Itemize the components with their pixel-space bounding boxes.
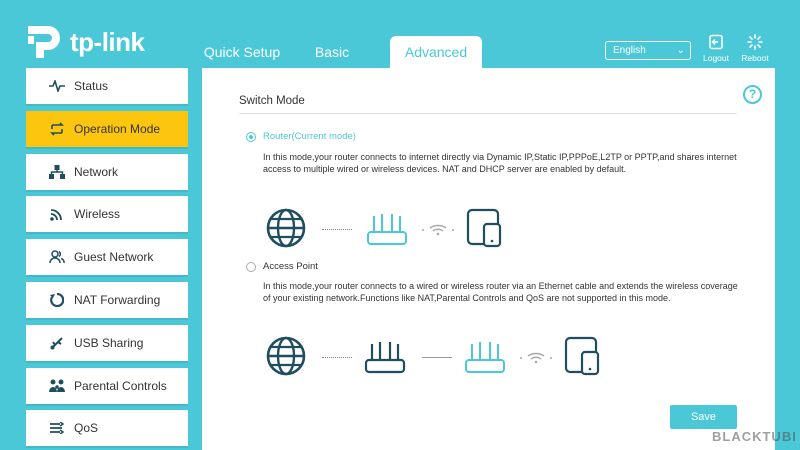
router-icon bbox=[367, 214, 407, 245]
watermark: BLACKTUBI bbox=[712, 429, 797, 444]
main-router-icon bbox=[364, 342, 406, 374]
access-point-label: Access Point bbox=[263, 261, 318, 272]
network-icon bbox=[46, 164, 68, 180]
pulse-icon bbox=[46, 78, 68, 94]
sidebar-item-label: Wireless bbox=[74, 207, 121, 222]
language-select[interactable]: English ⌄ bbox=[605, 41, 691, 60]
divider bbox=[239, 113, 737, 114]
section-title: Switch Mode bbox=[239, 95, 305, 107]
wireless-icon bbox=[46, 206, 68, 222]
devices-icon bbox=[564, 336, 600, 376]
reboot-label: Reboot bbox=[741, 53, 769, 63]
sidebar-item-label: Operation Mode bbox=[74, 121, 161, 136]
save-button[interactable]: Save bbox=[670, 405, 737, 429]
qos-icon bbox=[46, 420, 68, 436]
sidebar-item-qos[interactable]: QoS bbox=[26, 410, 188, 447]
sidebar-item-label: QoS bbox=[74, 421, 99, 436]
sidebar-item-wireless[interactable]: Wireless bbox=[26, 196, 188, 233]
ethernet-cable-line bbox=[422, 357, 452, 358]
globe-icon bbox=[266, 336, 306, 376]
router-mode-diagram bbox=[266, 208, 516, 250]
router-mode-label: Router(Current mode) bbox=[263, 131, 356, 142]
sidebar-item-operation-mode[interactable]: Operation Mode bbox=[26, 110, 188, 147]
main-panel: ? Switch Mode Router(Current mode) In th… bbox=[202, 68, 775, 450]
usb-icon bbox=[46, 335, 68, 351]
connection-dots bbox=[322, 229, 352, 230]
logout-icon bbox=[709, 34, 723, 50]
tab-quick-setup[interactable]: Quick Setup bbox=[196, 36, 288, 68]
access-point-radio[interactable] bbox=[246, 261, 256, 272]
help-icon[interactable]: ? bbox=[743, 85, 762, 104]
access-point-description: In this mode,your router connects to a w… bbox=[263, 281, 738, 303]
access-point-router-icon bbox=[465, 342, 505, 373]
logout-label: Logout bbox=[703, 53, 729, 63]
access-point-option[interactable]: Access Point bbox=[246, 261, 318, 272]
tp-link-logo-icon bbox=[24, 22, 64, 62]
devices-icon bbox=[466, 208, 502, 248]
sidebar-item-label: Status bbox=[74, 79, 109, 93]
connection-dots bbox=[322, 357, 352, 358]
sidebar-item-network[interactable]: Network bbox=[26, 153, 188, 190]
sidebar-item-label: NAT Forwarding bbox=[74, 292, 161, 307]
tab-basic[interactable]: Basic bbox=[288, 36, 376, 68]
access-point-diagram bbox=[266, 336, 616, 378]
wifi-signal-icon bbox=[422, 224, 454, 236]
sidebar-item-label: Parental Controls bbox=[74, 378, 167, 393]
sidebar-item-label: Network bbox=[74, 164, 119, 179]
nat-icon bbox=[46, 292, 68, 308]
sidebar-item-nat-forwarding[interactable]: NAT Forwarding bbox=[26, 281, 188, 318]
parental-icon bbox=[46, 378, 68, 394]
wifi-signal-icon bbox=[520, 352, 552, 364]
sidebar-menu: Status Operation Mode Network Wireless G… bbox=[26, 68, 188, 450]
sidebar-item-parental-controls[interactable]: Parental Controls bbox=[26, 367, 188, 404]
brand-name: tp-link bbox=[70, 26, 145, 57]
sidebar-item-label: Guest Network bbox=[74, 250, 154, 265]
sidebar-item-usb-sharing[interactable]: USB Sharing bbox=[26, 324, 188, 361]
guest-icon bbox=[46, 249, 68, 265]
reboot-icon bbox=[747, 34, 763, 50]
sidebar-item-guest-network[interactable]: Guest Network bbox=[26, 239, 188, 276]
tp-link-logo: tp-link bbox=[24, 22, 145, 62]
language-selected: English bbox=[613, 45, 646, 56]
swap-icon bbox=[46, 121, 68, 137]
tab-advanced[interactable]: Advanced bbox=[390, 36, 482, 68]
top-nav-tabs: Quick Setup Basic Advanced bbox=[196, 36, 482, 68]
reboot-button[interactable]: Reboot bbox=[737, 34, 773, 63]
logout-button[interactable]: Logout bbox=[698, 34, 734, 63]
sidebar-item-status[interactable]: Status bbox=[26, 68, 188, 104]
sidebar-item-label: USB Sharing bbox=[74, 335, 144, 350]
router-mode-description: In this mode,your router connects to int… bbox=[263, 152, 737, 174]
router-mode-option[interactable]: Router(Current mode) bbox=[246, 131, 356, 142]
globe-icon bbox=[266, 208, 306, 248]
router-mode-radio[interactable] bbox=[246, 131, 256, 142]
chevron-down-icon: ⌄ bbox=[676, 45, 685, 56]
